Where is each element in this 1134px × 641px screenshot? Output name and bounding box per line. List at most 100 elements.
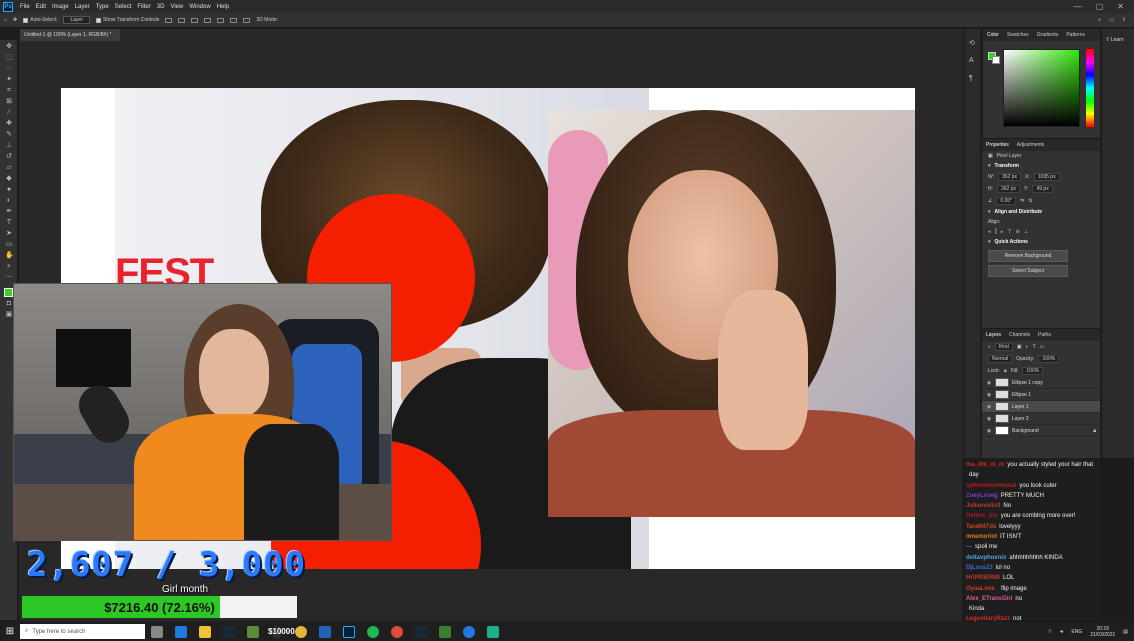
move-tool-icon[interactable]: ✥ [5, 43, 13, 51]
minecraft-icon[interactable] [247, 625, 259, 638]
show-transform-checkbox[interactable]: Show Transform Controls [96, 17, 159, 23]
marquee-tool-icon[interactable]: ⬚ [5, 54, 13, 62]
language-indicator[interactable]: ENG [1071, 629, 1082, 635]
visibility-eye-icon[interactable]: ◉ [986, 428, 992, 434]
layer-row[interactable]: ◉ Layer 2 [982, 413, 1100, 425]
terraria-icon[interactable] [439, 625, 451, 638]
menu-type[interactable]: Type [93, 4, 112, 10]
menu-help[interactable]: Help [214, 4, 232, 10]
align-top-icon[interactable] [204, 17, 212, 23]
checkbox-box[interactable] [23, 17, 29, 23]
flip-horizontal-icon[interactable]: ⇋ [1020, 198, 1024, 204]
dodge-tool-icon[interactable]: ◐ [5, 197, 13, 205]
fill-input[interactable]: 100% [1022, 367, 1044, 375]
move-tool-icon[interactable]: ✥ [13, 17, 17, 23]
type-tool-icon[interactable]: T [5, 219, 13, 227]
tab-swatches[interactable]: Swatches [1007, 32, 1029, 38]
transform-header[interactable]: ▾ Transform [982, 161, 1100, 171]
workspace-icon[interactable]: ▭ [1109, 17, 1114, 23]
history-panel-icon[interactable]: ⟲ [969, 39, 977, 47]
checkbox-box[interactable] [96, 17, 101, 23]
steam-second-icon[interactable] [415, 625, 427, 638]
paragraph-panel-icon[interactable]: ¶ [969, 75, 977, 83]
menu-select[interactable]: Select [112, 4, 135, 10]
tab-channels[interactable]: Channels [1009, 332, 1030, 338]
paint-bucket-icon[interactable]: ◆ [5, 175, 13, 183]
taskbar-search-box[interactable]: ⌕ Type here to search [20, 624, 145, 639]
color-picker-field[interactable] [1003, 49, 1080, 127]
flip-vertical-icon[interactable]: ⇅ [1028, 198, 1032, 204]
character-panel-icon[interactable]: A [969, 57, 977, 65]
eyedropper-icon[interactable]: ⁄ [5, 109, 13, 117]
path-select-icon[interactable]: ➤ [5, 230, 13, 238]
game-launcher-icon[interactable] [487, 625, 499, 638]
visibility-eye-icon[interactable]: ◉ [986, 416, 992, 422]
clock[interactable]: 20:29 21/03/2021 [1090, 626, 1115, 638]
stamp-tool-icon[interactable]: ⊥ [5, 142, 13, 150]
align-middle-icon[interactable] [217, 17, 225, 23]
more-tools-icon[interactable]: ⋯ [5, 274, 13, 282]
filter-pixel-icon[interactable]: ▣ [1017, 344, 1022, 350]
tab-paths[interactable]: Paths [1038, 332, 1051, 338]
tab-color[interactable]: Color [987, 32, 999, 38]
auto-select-dropdown[interactable]: Layer [63, 16, 90, 24]
chrome-canary-icon[interactable] [295, 625, 307, 638]
lock-icon[interactable]: 🔒︎ [1004, 368, 1007, 374]
layer-row[interactable]: ◉ Ellipse 1 copy [982, 377, 1100, 389]
tab-properties[interactable]: Properties [986, 142, 1009, 148]
task-view-icon[interactable] [151, 625, 163, 638]
learn-tab[interactable]: 💡︎ Learn [1102, 29, 1134, 51]
layer-row[interactable]: ◉ Background 🔒︎ [982, 425, 1100, 437]
select-subject-button[interactable]: Select Subject [988, 265, 1068, 277]
distribute-icon[interactable] [243, 17, 251, 23]
y-input[interactable]: 49 px [1032, 185, 1053, 193]
height-input[interactable]: 362 px [997, 185, 1021, 193]
menu-3d[interactable]: 3D [154, 4, 168, 10]
photoshop-icon[interactable] [343, 625, 355, 638]
quick-actions-header[interactable]: ▾ Quick Actions [982, 237, 1100, 247]
filter-type-icon[interactable]: T [1033, 344, 1036, 350]
remove-background-button[interactable]: Remove Background [988, 250, 1068, 262]
zoom-tool-icon[interactable]: ⌕ [5, 263, 13, 271]
hand-tool-icon[interactable]: ✋ [5, 252, 14, 260]
windows-start-icon[interactable]: ⊞ [0, 622, 20, 641]
frame-tool-icon[interactable]: ⊠ [5, 98, 13, 106]
menu-layer[interactable]: Layer [72, 4, 93, 10]
hue-slider[interactable] [1086, 49, 1094, 127]
opacity-input[interactable]: 100% [1038, 355, 1060, 363]
align-center-icon[interactable] [178, 17, 186, 23]
align-left-icon[interactable] [165, 17, 173, 23]
share-icon[interactable]: ⇪ [1122, 17, 1126, 23]
lasso-tool-icon[interactable]: ◌ [5, 65, 13, 73]
tab-gradients[interactable]: Gradients [1037, 32, 1059, 38]
steam-icon[interactable] [223, 625, 235, 638]
file-explorer-icon[interactable] [199, 625, 211, 638]
volume-icon[interactable]: 🔊︎ [1060, 629, 1063, 635]
menu-view[interactable]: View [167, 4, 186, 10]
search-icon[interactable]: ⌕ [1098, 17, 1101, 23]
screen-mode-icon[interactable]: ▣ [5, 311, 13, 319]
tab-patterns[interactable]: Patterns [1066, 32, 1085, 38]
menu-image[interactable]: Image [49, 4, 72, 10]
foreground-color-swatch[interactable] [4, 288, 13, 297]
align-header[interactable]: ▾ Align and Distribute [982, 207, 1100, 217]
network-icon[interactable]: ⌔ [1048, 629, 1053, 635]
visibility-eye-icon[interactable]: ◉ [986, 404, 992, 410]
align-bottom-icon[interactable]: ⊥ [1024, 229, 1028, 235]
document-tab[interactable]: Untitled-1 @ 100% (Layer 1, RGB/8#) * [20, 29, 120, 41]
history-brush-icon[interactable]: ↺ [5, 153, 13, 161]
align-hcenter-icon[interactable]: ⫿ [995, 229, 997, 235]
home-icon[interactable]: ⌂ [4, 17, 7, 23]
blur-tool-icon[interactable]: ● [5, 186, 13, 194]
filter-shape-icon[interactable]: ▭ [1040, 344, 1045, 350]
pen-tool-icon[interactable]: ✒ [5, 208, 13, 216]
shape-tool-icon[interactable]: ▭ [5, 241, 13, 249]
chrome-icon[interactable] [391, 625, 403, 638]
auto-select-checkbox[interactable]: Auto-Select: [23, 17, 57, 23]
align-right-icon[interactable] [191, 17, 199, 23]
menu-edit[interactable]: Edit [33, 4, 49, 10]
magic-wand-icon[interactable]: ✦ [5, 76, 13, 84]
spotify-icon[interactable] [367, 625, 379, 638]
x-input[interactable]: 1095 px [1033, 173, 1060, 181]
vs-code-icon[interactable] [319, 625, 331, 638]
